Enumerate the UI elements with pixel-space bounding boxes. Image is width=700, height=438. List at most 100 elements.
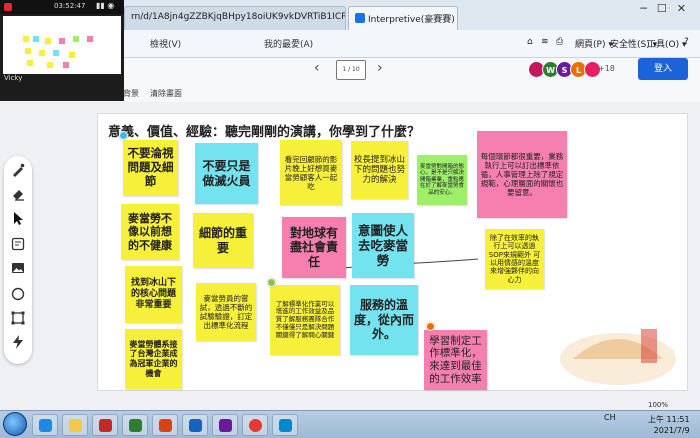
frame-icon[interactable] [10,310,26,326]
sticky-note[interactable]: 麥當勞對開箱的態心，是不是只解決開箱業業，重點應在於了解麥當勞食品的安心。 [417,155,467,205]
sticky-note-text: 對地球有盡社會責任 [289,225,338,269]
tool-rail [4,156,32,364]
browser-tab-interpretive[interactable]: Interpretive(豪賽賽) - Goo... [348,6,458,30]
taskbar-app[interactable] [212,414,238,436]
print-icon[interactable]: ⎙ [556,37,563,47]
window-controls[interactable]: ─☐✕ [640,2,696,15]
sticky-note-text: 每個環節都很重要，業務執行上可以訂出標準依循，人事管理上除了規定規範，心理層面的… [480,152,564,197]
pen-icon[interactable] [10,162,26,178]
sticky-note[interactable]: 學習制定工作標準化，來達到最佳的工作效率 [424,330,487,390]
sticky-note[interactable]: 不要淪視問題及細節 [123,140,178,196]
sticky-note-text: 不要淪視問題及細節 [127,146,174,188]
menu-view[interactable]: 檢視(V) [150,37,181,50]
home-icon[interactable]: ⌂ [527,37,533,47]
sticky-note-text: 意圖使人去吃麥當勞 [357,223,408,268]
taskbar-app[interactable] [182,414,208,436]
clock[interactable]: 上午 11:51 2021/7/9 [648,414,690,436]
clock-time: 上午 11:51 [648,415,690,424]
participant-marker [119,131,128,140]
sticky-note[interactable]: 看完回顧節的影片晚上好想買麥當勞顧客人一起吃 [280,140,342,205]
mini-note [45,38,51,44]
taskbar-app[interactable] [272,414,298,436]
chevron-left-icon[interactable]: ‹ [314,60,320,76]
sticky-note-icon[interactable] [10,236,26,252]
signal-icon: ▮▮ ◉ [96,1,115,10]
mini-note [27,60,33,66]
sticky-note[interactable]: 每個環節都很重要，業務執行上可以訂出標準依循，人事管理上除了規定規範，心理層面的… [477,131,567,218]
sticky-note[interactable]: 校長提到冰山下的問題也努力的解決 [351,141,408,199]
help-menu[interactable]: ? [684,37,689,47]
folder-icon [69,419,82,432]
mini-note [59,38,65,44]
clock-date: 2021/7/9 [653,426,690,435]
sticky-note-text: 校長提到冰山下的問題也努力的解決 [354,154,406,186]
excel-icon [129,419,142,432]
clear-canvas-button[interactable]: 清除畫面 [150,88,182,99]
sticky-note[interactable]: 不要只是做滅火員 [195,143,258,204]
page-thumbnail[interactable]: 1 / 10 [336,60,366,80]
sticky-note[interactable]: 除了在效率的執行上可以透過SOP來規範外 可以用情感的溫度來增強夥伴的向心力 [485,229,544,289]
sticky-note[interactable]: 對地球有盡社會責任 [282,217,346,278]
mini-note [87,36,93,42]
mini-note [63,62,69,68]
taskbar-app[interactable] [92,414,118,436]
word-icon [189,419,202,432]
sticky-note[interactable]: 麥當勞員的嘗試，透過不斷的試驗驗證，訂定出標準化流程 [196,283,256,341]
google-icon [355,13,365,23]
taskbar-app[interactable] [242,414,268,436]
sticky-note[interactable]: 服務的溫度，從內而外。 [350,285,418,355]
chevron-right-icon[interactable]: › [377,60,383,76]
lightning-icon[interactable] [10,334,26,350]
feeds-icon[interactable]: ≋ [541,37,549,47]
background-button[interactable]: 背景 [123,88,139,99]
powerpoint-icon [159,419,172,432]
sticky-note[interactable]: 了解標準化作業可以增進的工作效益及品質了解服務團隊合作不僅僅只是解決問題關鍵得了… [270,285,340,355]
video-preview[interactable]: 03:52:47 ▮▮ ◉ Vicky [0,0,124,101]
page-menu[interactable]: 網頁(P) ▾ [575,37,613,50]
eraser-icon[interactable] [10,186,26,202]
participant-marker [426,322,435,331]
mini-note [39,50,45,56]
app-icon [219,419,232,432]
food-illustration [560,329,676,385]
menu-favorites[interactable]: 我的最愛(A) [264,37,313,50]
sticky-note[interactable]: 找到冰山下的核心問題非常重要 [125,266,182,323]
login-button[interactable]: 登入 [638,58,688,80]
taskbar-app[interactable] [32,414,58,436]
ie-icon [39,419,52,432]
taskbar-app[interactable] [62,414,88,436]
avatar-letter: S [561,66,568,75]
mini-note [53,50,59,56]
board-title: 意義、價值、經驗：聽完剛剛的演講，你學到了什麼？ [108,125,421,140]
sticky-note[interactable]: 麥當勞不像以前想的不健康 [121,204,179,260]
chrome-icon [249,419,262,432]
mini-note [69,52,75,58]
sticky-note-text: 麥當勞員的嘗試，透過不斷的試驗驗證，訂定出標準化流程 [199,294,253,330]
taskbar-app[interactable] [122,414,148,436]
shape-icon[interactable] [10,286,26,302]
safety-menu-label: 安全性(S) [610,40,650,50]
language-indicator[interactable]: CH [604,413,616,422]
sticky-note-text: 看完回顧節的影片晚上好想買麥當勞顧客人一起吃 [284,154,338,191]
media-icon [99,419,112,432]
sticky-note-text: 細節的重要 [198,226,247,255]
avatar-count[interactable]: +18 [598,64,615,73]
recording-time: 03:52:47 [54,2,86,10]
sticky-note[interactable]: 細節的重要 [193,213,253,268]
tools-menu-label: 工具(O) [647,40,680,50]
windows-taskbar: CH 上午 11:51 2021/7/9 [0,410,700,438]
tools-menu[interactable]: 工具(O) ▾ [647,37,687,50]
tab-label: Interpretive(豪賽賽) - Goo... [368,15,457,25]
sticky-note[interactable]: 意圖使人去吃麥當勞 [352,213,414,278]
taskbar-app[interactable] [152,414,178,436]
sticky-note-text: 不要只是做滅火員 [202,159,251,188]
record-icon [4,3,12,11]
zoom-level[interactable]: 100% [648,401,668,409]
start-button[interactable] [3,412,27,436]
image-icon[interactable] [10,260,26,276]
cursor-icon[interactable] [10,210,26,226]
browser-tab-address[interactable]: rn/d/1A8jn4gZZBKjqBHpy18oiUK9vkDVRTiB1IC… [124,6,346,30]
sticky-note[interactable]: 麥當勞體系接了台灣企業成為冠軍企業的機會 [125,329,182,389]
participant-name: Vicky [4,74,23,82]
sticky-note-text: 了解標準化作業可以增進的工作效益及品質了解服務團隊合作不僅僅只是解決問題關鍵得了… [275,299,335,339]
